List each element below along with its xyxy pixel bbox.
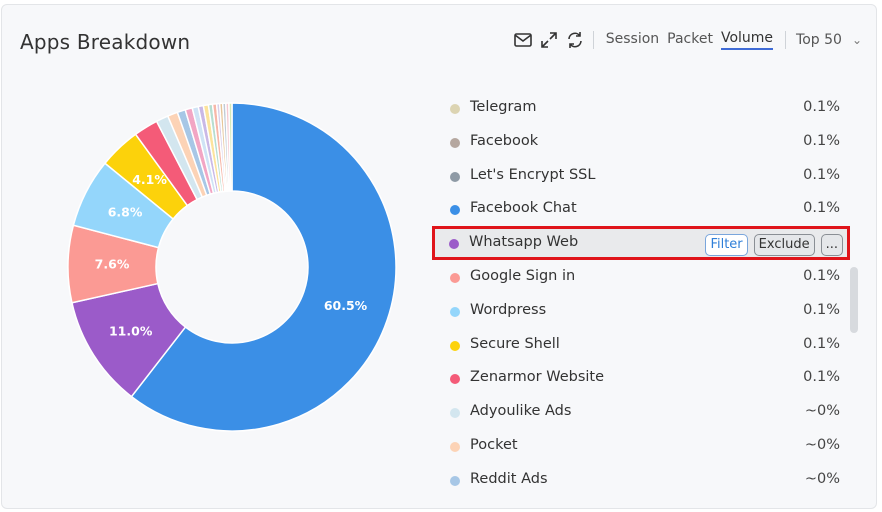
legend-label: Reddit Ads	[470, 470, 548, 487]
slice-label: 7.6%	[95, 257, 130, 272]
legend-label: Secure Shell	[470, 335, 560, 352]
legend-color-dot	[450, 340, 460, 351]
top-n-select[interactable]: Top 50 ⌄	[796, 32, 862, 48]
donut-chart-svg: 60.5% 11.0% 7.6% 6.8% 4.1%	[67, 102, 397, 432]
legend-item[interactable]: Facebook 0.1%	[434, 125, 854, 159]
legend-value: 0.1%	[803, 335, 840, 352]
legend-label: Whatsapp Web	[469, 234, 579, 251]
slice-label: 60.5%	[324, 298, 368, 313]
exclude-button[interactable]: Exclude	[753, 234, 815, 257]
legend-label: Facebook	[470, 132, 539, 149]
toolbar-divider	[785, 31, 787, 49]
legend-label: Wordpress	[470, 301, 547, 318]
legend-value: 0.1%	[803, 132, 840, 149]
legend-label: Let's Encrypt SSL	[470, 166, 596, 183]
slice-label: 4.1%	[132, 172, 167, 187]
legend-value: 0.1%	[803, 166, 840, 183]
legend-value: 0.1%	[803, 301, 840, 318]
legend-item[interactable]: Whatsapp Web Filter Exclude...	[432, 226, 850, 261]
slice-label: 11.0%	[109, 323, 153, 338]
expand-icon[interactable]	[539, 30, 559, 50]
legend-color-dot	[450, 104, 460, 114]
tab-session[interactable]: Session	[606, 31, 659, 49]
legend-label: Zenarmor Website	[470, 369, 605, 386]
legend-value: 0.1%	[803, 99, 840, 115]
legend-color-dot	[450, 475, 460, 486]
legend-label: Facebook Chat	[470, 200, 577, 217]
more-button[interactable]: ...	[820, 234, 843, 257]
legend-value: ~0%	[804, 403, 840, 420]
legend-item[interactable]: Adyoulike Ads ~0%	[434, 395, 854, 429]
legend-label: Pocket	[470, 437, 518, 453]
legend-color-dot	[450, 273, 460, 283]
legend-color-dot	[449, 239, 459, 250]
top-n-value: Top 50	[796, 32, 842, 48]
legend-color-dot	[450, 374, 460, 385]
legend-value: 0.1%	[803, 200, 840, 217]
legend-item[interactable]: Google Sign in 0.1%	[434, 260, 854, 294]
legend-color-dot	[450, 137, 460, 148]
apps-legend: Telegram 0.1% Facebook 0.1% Let's Encrypt SS…	[432, 91, 854, 501]
legend-color-dot	[450, 442, 460, 452]
card-toolbar: Session Packet Volume Top 50 ⌄	[507, 29, 862, 51]
refresh-icon[interactable]	[565, 30, 585, 50]
toolbar-divider	[592, 31, 594, 49]
legend-value: 0.1%	[803, 268, 840, 284]
legend-value: ~0%	[804, 470, 840, 487]
legend-item[interactable]: Secure Shell 0.1%	[434, 328, 854, 362]
legend-label: Google Sign in	[470, 268, 576, 284]
legend-item[interactable]: Pocket ~0%	[434, 429, 854, 463]
legend-value: ~0%	[804, 437, 840, 453]
donut-chart: 60.5% 11.0% 7.6% 6.8% 4.1%	[52, 95, 402, 440]
legend-label: Telegram	[470, 99, 537, 115]
filter-button[interactable]: Filter	[705, 234, 748, 257]
legend-label: Adyoulike Ads	[470, 403, 572, 420]
legend-item[interactable]: Facebook Chat 0.1%	[434, 192, 854, 226]
legend-value: 0.1%	[803, 369, 840, 386]
tab-volume[interactable]: Volume	[720, 30, 774, 50]
chevron-down-icon: ⌄	[851, 33, 862, 47]
legend-item[interactable]: Telegram 0.1%	[434, 91, 854, 125]
legend-color-dot	[450, 306, 460, 317]
mail-icon[interactable]	[513, 30, 533, 50]
apps-breakdown-card: Apps Breakdown Session Packet Volume Top…	[1, 4, 877, 509]
legend-color-dot	[450, 408, 460, 419]
row-actions: Filter Exclude...	[699, 234, 843, 257]
legend-item[interactable]: Let's Encrypt SSL 0.1%	[434, 159, 854, 193]
legend-item[interactable]: Reddit Ads ~0%	[434, 463, 854, 497]
legend-color-dot	[450, 171, 460, 182]
card-title: Apps Breakdown	[20, 30, 191, 54]
slice-label: 6.8%	[108, 205, 143, 220]
tab-packet[interactable]: Packet	[667, 31, 713, 49]
legend-scrollbar[interactable]	[850, 267, 858, 333]
legend-color-dot	[450, 205, 460, 216]
legend-item[interactable]: Wordpress 0.1%	[434, 294, 854, 328]
legend-item[interactable]: Zenarmor Website 0.1%	[434, 361, 854, 395]
